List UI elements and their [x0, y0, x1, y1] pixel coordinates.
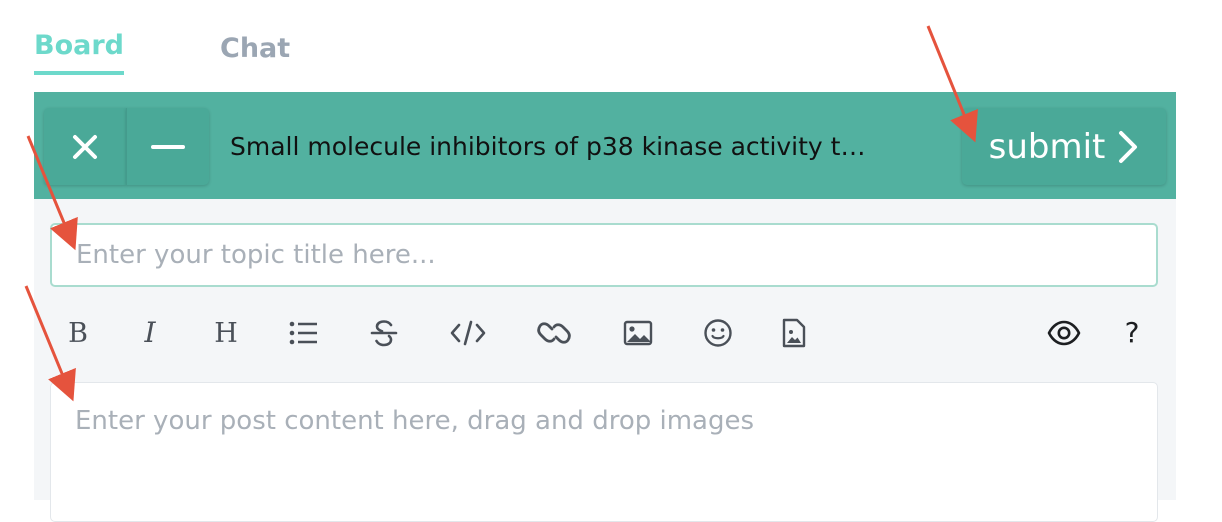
code-button[interactable] — [446, 309, 490, 357]
tab-board[interactable]: Board — [34, 24, 124, 75]
help-icon: ? — [1124, 316, 1140, 349]
submit-label: submit — [988, 126, 1106, 167]
image-icon — [623, 320, 653, 346]
emoji-icon — [704, 319, 732, 347]
post-content-placeholder: Enter your post content here, drag and d… — [75, 406, 755, 436]
code-icon — [450, 320, 486, 346]
tab-chat[interactable]: Chat — [220, 27, 290, 71]
italic-icon: I — [144, 316, 156, 349]
close-button[interactable] — [44, 108, 126, 185]
editor-area: B I H — [34, 199, 1176, 522]
submit-button[interactable]: submit — [962, 108, 1166, 185]
italic-button[interactable]: I — [128, 309, 172, 357]
list-icon — [289, 321, 317, 345]
post-content-editor[interactable]: Enter your post content here, drag and d… — [50, 382, 1158, 522]
bold-icon: B — [68, 317, 88, 349]
active-tab-underline — [34, 71, 124, 75]
composer-title[interactable]: Small molecule inhibitors of p38 kinase … — [230, 125, 932, 169]
help-button[interactable]: ? — [1110, 309, 1154, 357]
chevron-right-icon — [1119, 130, 1138, 163]
composer-header: Small molecule inhibitors of p38 kinase … — [34, 92, 1176, 199]
minimize-icon — [151, 144, 185, 149]
link-button[interactable] — [532, 309, 576, 357]
close-icon — [73, 134, 97, 159]
preview-eye-icon — [1047, 320, 1081, 346]
heading-button[interactable]: H — [204, 309, 248, 357]
strikethrough-button[interactable] — [362, 309, 406, 357]
formatting-toolbar: B I H ? — [50, 309, 1158, 357]
strikethrough-icon — [370, 320, 398, 347]
list-button[interactable] — [282, 309, 326, 357]
heading-icon: H — [214, 317, 238, 349]
minimize-button[interactable] — [126, 108, 209, 185]
topic-title-input[interactable] — [50, 223, 1158, 287]
tab-chat-label: Chat — [220, 33, 291, 64]
tab-board-label: Board — [34, 30, 124, 61]
bold-button[interactable]: B — [56, 309, 100, 357]
emoji-button[interactable] — [696, 309, 740, 357]
file-image-icon — [782, 318, 806, 348]
upload-file-button[interactable] — [772, 309, 816, 357]
preview-button[interactable] — [1042, 309, 1086, 357]
link-icon — [537, 322, 571, 344]
insert-image-button[interactable] — [616, 309, 660, 357]
